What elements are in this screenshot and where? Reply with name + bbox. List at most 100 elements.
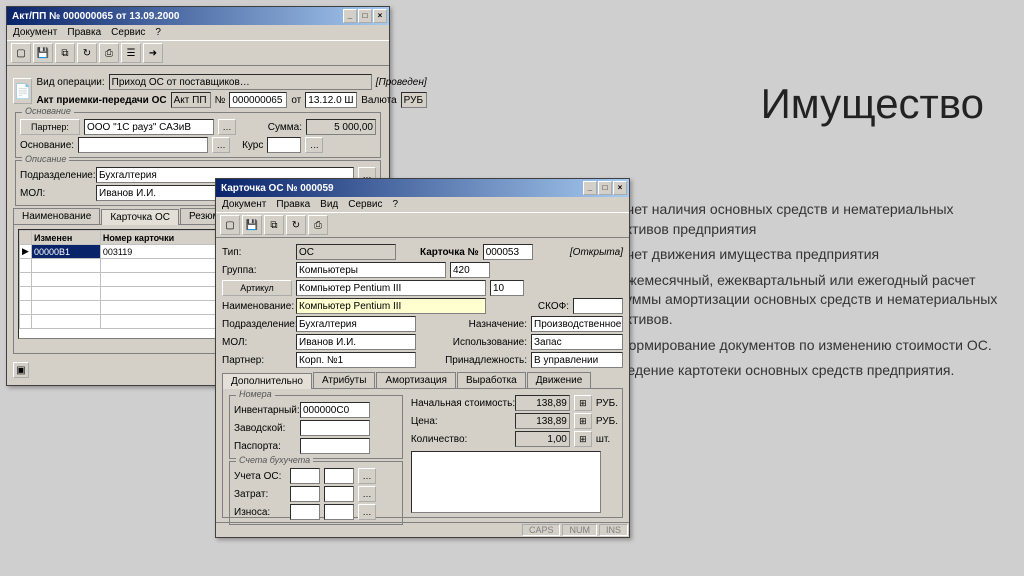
acc-input[interactable] — [290, 504, 320, 520]
notes-textarea[interactable] — [411, 451, 601, 513]
menu-item[interactable]: Правка — [67, 27, 101, 38]
group-code-input[interactable]: 420 — [450, 262, 490, 278]
acc-input[interactable] — [324, 504, 354, 520]
tool-save-icon[interactable]: 💾 — [242, 215, 262, 235]
partner-input[interactable]: ООО "1С рауз" САЗиВ — [84, 119, 214, 135]
owner-input[interactable]: В управлении — [531, 352, 623, 368]
unit-label: шт. — [596, 434, 610, 445]
close-button[interactable]: × — [373, 9, 387, 23]
maximize-button[interactable]: □ — [598, 181, 612, 195]
num-input[interactable]: 000000065 — [229, 92, 287, 108]
akt-label: Акт приемки-передачи ОС — [36, 95, 166, 106]
acc-input[interactable] — [290, 468, 320, 484]
menu-item[interactable]: ? — [155, 27, 161, 38]
date-input[interactable]: 13.12.0 Ш — [305, 92, 357, 108]
bullet-item: Учет наличия основных средств и нематери… — [600, 200, 1000, 239]
partner-button[interactable]: Партнер: — [20, 119, 80, 135]
card-input[interactable]: 000053 — [483, 244, 533, 260]
qty-value: 1,00 — [515, 431, 570, 447]
name-input[interactable]: Компьютер Pentium III — [296, 298, 486, 314]
lookup-button[interactable]: … — [358, 468, 376, 484]
mol-input[interactable]: Иванов И.И. — [296, 334, 416, 350]
tabs: Дополнительно Атрибуты Амортизация Выраб… — [222, 372, 623, 388]
article-qty-input[interactable]: 10 — [490, 280, 524, 296]
tab[interactable]: Дополнительно — [222, 373, 312, 389]
cell[interactable]: 003119 — [100, 245, 221, 259]
usage-input[interactable]: Запас — [531, 334, 623, 350]
tab[interactable]: Выработка — [457, 372, 526, 388]
menu-item[interactable]: ? — [393, 199, 399, 210]
acc-input[interactable] — [324, 486, 354, 502]
col-header[interactable]: Изменен — [32, 231, 101, 245]
tool-arrow-icon[interactable]: ➜ — [143, 43, 163, 63]
maximize-button[interactable]: □ — [358, 9, 372, 23]
bullet-item: Учет движения имущества предприятия — [600, 245, 1000, 265]
group-accounts-legend: Счета бухучета — [236, 455, 313, 465]
fact-input[interactable] — [300, 420, 370, 436]
tool-refresh-icon[interactable]: ↻ — [286, 215, 306, 235]
article-button[interactable]: Артикул — [222, 280, 292, 296]
dept-label: Подразделение: — [20, 170, 92, 181]
titlebar[interactable]: Карточка ОС № 000059 _ □ × — [216, 179, 629, 197]
parent-label: Партнер: — [222, 355, 292, 366]
purpose-input[interactable]: Производственное — [531, 316, 623, 332]
acc-cost-label: Затрат: — [234, 489, 286, 500]
skof-input[interactable] — [573, 298, 623, 314]
pass-input[interactable] — [300, 438, 370, 454]
menu-item[interactable]: Сервис — [111, 27, 145, 38]
inv-label: Инвентарный: — [234, 405, 296, 416]
group-input[interactable]: Компьютеры — [296, 262, 446, 278]
menu-item[interactable]: Вид — [320, 199, 338, 210]
tab[interactable]: Амортизация — [376, 372, 456, 388]
basis-input[interactable] — [78, 137, 208, 153]
tool-copy-icon[interactable]: ⧉ — [264, 215, 284, 235]
tool-refresh-icon[interactable]: ↻ — [77, 43, 97, 63]
acc-input[interactable] — [290, 486, 320, 502]
menubar: Документ Правка Сервис ? — [7, 25, 389, 40]
close-button[interactable]: × — [613, 181, 627, 195]
status-ins: INS — [599, 524, 628, 536]
tab[interactable]: Движение — [527, 372, 592, 388]
minimize-button[interactable]: _ — [343, 9, 357, 23]
tool-print-icon[interactable]: ⎙ — [308, 215, 328, 235]
lookup-button[interactable]: … — [358, 504, 376, 520]
lookup-button[interactable]: … — [358, 486, 376, 502]
calc-button[interactable]: ⊞ — [574, 413, 592, 429]
menu-item[interactable]: Сервис — [348, 199, 382, 210]
tool-print-icon[interactable]: ⎙ — [99, 43, 119, 63]
tool-save-icon[interactable]: 💾 — [33, 43, 53, 63]
minimize-button[interactable]: _ — [583, 181, 597, 195]
tool-tree-icon[interactable]: ☰ — [121, 43, 141, 63]
calc-button[interactable]: ⊞ — [574, 431, 592, 447]
dept-input[interactable]: Бухгалтерия — [296, 316, 416, 332]
status-badge: [Проведен] — [376, 77, 427, 88]
type-value: ОС — [296, 244, 396, 260]
qty-label: Количество: — [411, 434, 511, 445]
inv-input[interactable]: 000000C0 — [300, 402, 370, 418]
doc-icon[interactable]: 📄 — [13, 78, 32, 104]
menu-item[interactable]: Правка — [276, 199, 310, 210]
parent-input[interactable]: Корп. №1 — [296, 352, 416, 368]
collapse-icon[interactable]: ▣ — [13, 362, 29, 378]
calc-button[interactable]: ⊞ — [574, 395, 592, 411]
acc-input[interactable] — [324, 468, 354, 484]
lookup-button[interactable]: … — [212, 137, 230, 153]
kurs-input[interactable] — [267, 137, 301, 153]
bullet-item: Ведение картотеки основных средств предп… — [600, 361, 1000, 381]
lookup-button[interactable]: … — [305, 137, 323, 153]
tool-new-icon[interactable]: ▢ — [220, 215, 240, 235]
col-header[interactable]: Номер карточки — [100, 231, 221, 245]
titlebar[interactable]: Акт/ПП № 000000065 от 13.09.2000 _ □ × — [7, 7, 389, 25]
tool-copy-icon[interactable]: ⧉ — [55, 43, 75, 63]
tool-new-icon[interactable]: ▢ — [11, 43, 31, 63]
cell[interactable]: 00000B1 — [32, 245, 101, 259]
toolbar: ▢ 💾 ⧉ ↻ ⎙ ☰ ➜ — [7, 40, 389, 66]
menu-item[interactable]: Документ — [222, 199, 266, 210]
tab[interactable]: Атрибуты — [313, 372, 375, 388]
tab[interactable]: Наименование — [13, 208, 100, 224]
group-basis: Основание Партнер: ООО "1С рауз" САЗиВ …… — [15, 112, 381, 158]
tab[interactable]: Карточка ОС — [101, 209, 179, 225]
menu-item[interactable]: Документ — [13, 27, 57, 38]
lookup-button[interactable]: … — [218, 119, 236, 135]
article-input[interactable]: Компьютер Pentium III — [296, 280, 486, 296]
